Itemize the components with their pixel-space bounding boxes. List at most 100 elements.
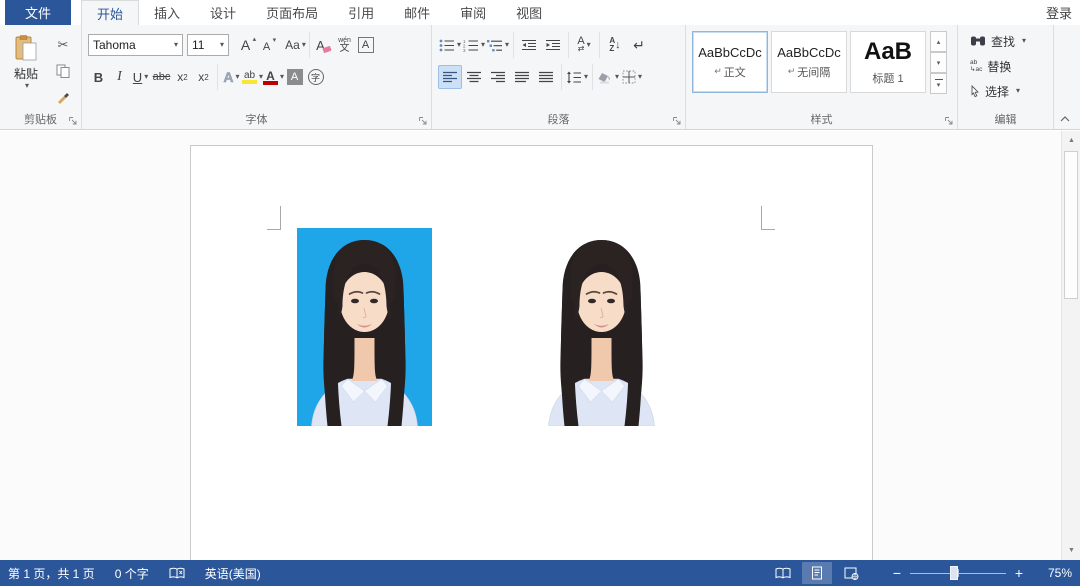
strikethrough-button[interactable]: abc [151, 65, 172, 89]
select-button[interactable]: 选择 ▾ [962, 81, 1051, 101]
copy-button[interactable] [52, 61, 74, 81]
group-clipboard: 粘贴 ▾ ✂ 剪贴板 [0, 25, 82, 129]
document-canvas[interactable]: ▲ ▼ [0, 131, 1080, 560]
clear-formatting-button[interactable]: A [313, 33, 334, 57]
shading-button[interactable]: ▾ [596, 65, 620, 89]
styles-scroll-down-button[interactable]: ▾ [930, 52, 947, 73]
scrollbar-up-button[interactable]: ▲ [1062, 132, 1080, 149]
language-indicator[interactable]: 英语(美国) [205, 565, 261, 582]
tab-home[interactable]: 开始 [81, 0, 139, 25]
tab-references-label: 引用 [348, 3, 374, 22]
paragraph-dialog-launcher[interactable] [672, 116, 682, 126]
id-photo-blue-background[interactable] [297, 228, 432, 426]
cut-button[interactable]: ✂ [52, 35, 74, 55]
subscript-button[interactable]: x2 [172, 65, 193, 89]
zoom-slider[interactable] [910, 566, 1006, 580]
increase-indent-button[interactable] [541, 33, 565, 57]
collapse-ribbon-button[interactable] [1058, 113, 1072, 125]
print-layout-button[interactable] [802, 562, 832, 584]
zoom-in-button[interactable]: + [1010, 565, 1028, 581]
grow-font-button[interactable]: A▴ [235, 33, 256, 57]
superscript-button[interactable]: x2 [193, 65, 214, 89]
id-photo-white-background[interactable] [534, 228, 669, 426]
zoom-out-button[interactable]: − [888, 565, 906, 581]
align-left-button[interactable] [438, 65, 462, 89]
web-layout-icon [844, 567, 859, 580]
line-spacing-icon [566, 71, 582, 84]
sign-in-button[interactable]: 登录 [1046, 0, 1072, 25]
tab-view[interactable]: 视图 [501, 0, 557, 25]
tab-page-layout[interactable]: 页面布局 [251, 0, 333, 25]
format-painter-icon [56, 90, 70, 104]
enclose-characters-button[interactable]: 字 [305, 65, 326, 89]
asian-layout-button[interactable]: A ⇄ ▾ [572, 33, 596, 57]
paste-dropdown-icon[interactable]: ▾ [25, 82, 29, 90]
font-size-combo[interactable]: 11 ▾ [187, 34, 229, 56]
justify-button[interactable] [510, 65, 534, 89]
show-marks-button[interactable]: ↵ [627, 33, 651, 57]
copy-icon [56, 64, 70, 78]
tab-mailings[interactable]: 邮件 [389, 0, 445, 25]
portrait-woman-white [534, 228, 669, 426]
underline-button[interactable]: U ▾ [130, 65, 151, 89]
word-count[interactable]: 0 个字 [115, 565, 149, 582]
text-effects-button[interactable]: A ▾ [221, 65, 242, 89]
shrink-font-icon: A [263, 41, 270, 53]
align-center-button[interactable] [462, 65, 486, 89]
styles-more-button[interactable]: ▾ [930, 73, 947, 94]
bold-button[interactable]: B [88, 65, 109, 89]
document-page[interactable] [190, 145, 873, 560]
style-normal[interactable]: AaBbCcDc ↵正文 [692, 31, 768, 93]
styles-dialog-launcher[interactable] [944, 116, 954, 126]
web-layout-button[interactable] [836, 562, 866, 584]
sort-button[interactable]: AZ ↓ [603, 33, 627, 57]
replace-button[interactable]: ab ↳ac 替换 [962, 56, 1051, 76]
tab-review[interactable]: 审阅 [445, 0, 501, 25]
numbering-button[interactable]: 123 ▾ [462, 33, 486, 57]
tab-file[interactable]: 文件 [5, 0, 71, 25]
styles-scroll-up-button[interactable]: ▴ [930, 31, 947, 52]
zoom-slider-thumb[interactable] [950, 566, 958, 580]
paragraph-marks-icon: ↵ [633, 37, 645, 54]
style-heading1[interactable]: AaB 标题 1 [850, 31, 926, 93]
shrink-font-button[interactable]: A▾ [256, 33, 277, 57]
character-shading-button[interactable]: A [284, 65, 305, 89]
character-border-button[interactable]: A [355, 33, 376, 57]
zoom-level[interactable]: 75% [1034, 566, 1072, 580]
shrink-font-mark-icon: ▾ [273, 36, 277, 44]
paste-button[interactable]: 粘贴 ▾ [4, 29, 48, 111]
change-case-button[interactable]: Aa ▾ [285, 33, 306, 57]
text-highlight-button[interactable]: ab ▾ [242, 65, 263, 89]
multilevel-list-button[interactable]: ▾ [486, 33, 510, 57]
line-spacing-button[interactable]: ▾ [565, 65, 589, 89]
format-painter-button[interactable] [52, 87, 74, 107]
tab-references[interactable]: 引用 [333, 0, 389, 25]
tab-insert-label: 插入 [154, 3, 180, 22]
tab-design[interactable]: 设计 [195, 0, 251, 25]
font-color-button[interactable]: A ▾ [263, 65, 284, 89]
font-size-value: 11 [192, 38, 204, 52]
find-button[interactable]: 查找 ▾ [962, 31, 1051, 51]
align-right-button[interactable] [486, 65, 510, 89]
vertical-scrollbar[interactable]: ▲ ▼ [1061, 131, 1080, 560]
group-editing: 查找 ▾ ab ↳ac 替换 选择 ▾ 编辑 [958, 25, 1054, 129]
bullets-button[interactable]: ▾ [438, 33, 462, 57]
scrollbar-thumb[interactable] [1064, 151, 1078, 299]
tab-view-label: 视图 [516, 3, 542, 22]
font-dialog-launcher[interactable] [418, 116, 428, 126]
phonetic-guide-button[interactable]: wén 文 [334, 33, 355, 57]
tab-insert[interactable]: 插入 [139, 0, 195, 25]
distribute-button[interactable] [534, 65, 558, 89]
style-no-spacing[interactable]: AaBbCcDc ↵无间隔 [771, 31, 847, 93]
clipboard-dialog-launcher[interactable] [68, 116, 78, 126]
font-group-label: 字体 [82, 111, 431, 127]
enclose-characters-letter: 字 [311, 71, 320, 84]
proofing-status[interactable] [169, 567, 185, 579]
page-indicator[interactable]: 第 1 页，共 1 页 [8, 565, 95, 582]
read-mode-button[interactable] [768, 562, 798, 584]
borders-button[interactable]: ▾ [620, 65, 644, 89]
scrollbar-down-button[interactable]: ▼ [1062, 542, 1080, 559]
decrease-indent-button[interactable] [517, 33, 541, 57]
italic-button[interactable]: I [109, 65, 130, 89]
font-name-combo[interactable]: Tahoma ▾ [88, 34, 183, 56]
